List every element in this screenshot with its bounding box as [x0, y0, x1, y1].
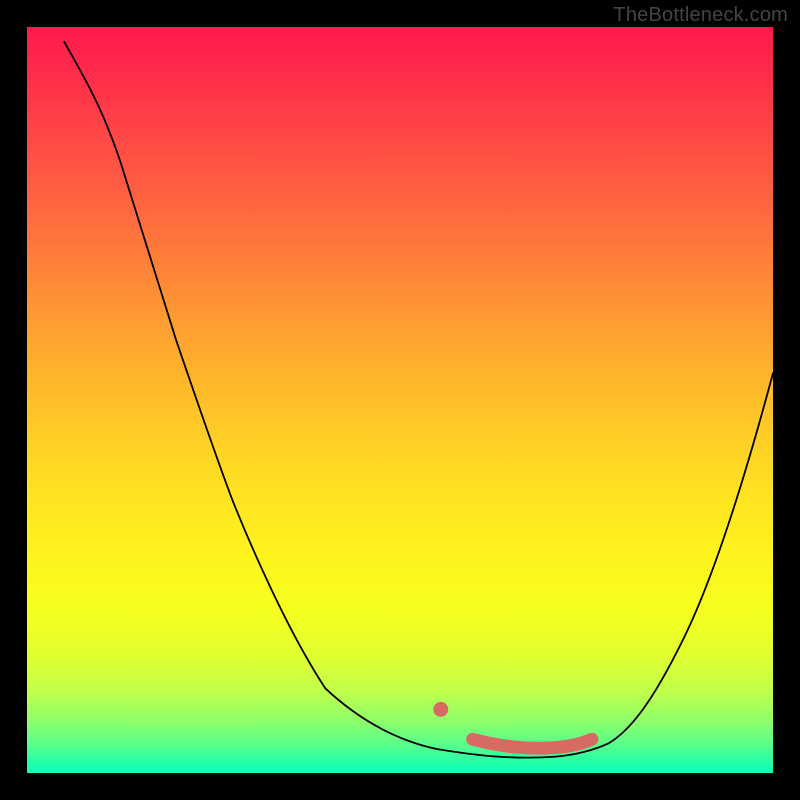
bottleneck-curve [64, 42, 773, 758]
highlight-dot-left [433, 702, 448, 717]
highlight-segment-bottom [473, 739, 592, 748]
plot-area [25, 25, 775, 775]
chart-svg [27, 27, 773, 773]
watermark-text: TheBottleneck.com [613, 4, 788, 27]
